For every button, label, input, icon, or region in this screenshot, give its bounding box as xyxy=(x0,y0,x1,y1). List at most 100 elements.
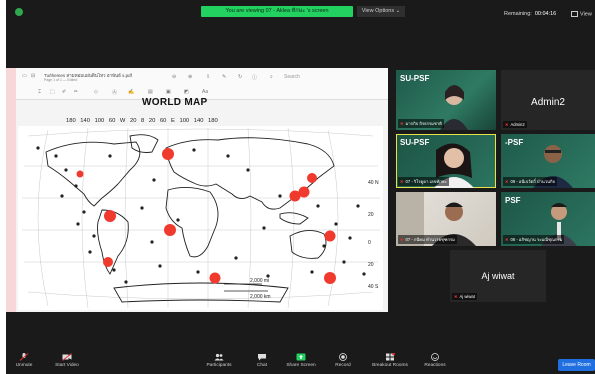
chat-button[interactable]: Chat xyxy=(252,353,272,368)
participant-caption: ✖ 07 - ริโรดูดา เลขทักษะ xyxy=(398,177,449,186)
participant-name: SU-PSF xyxy=(400,138,430,147)
scale-bar: 2,000 mi 2,000 km xyxy=(224,278,271,300)
lat-label: 0 xyxy=(368,240,371,246)
participant-tile[interactable]: -PSF ✖ 09 - อนีเจวัตถิ์ บำนวนกิจ xyxy=(501,134,595,188)
lat-label: 20 xyxy=(368,212,374,218)
top-bar: You are viewing 07 - Aklea ทักษะ 's scre… xyxy=(6,0,595,22)
rect-select-icon[interactable]: ⬚ xyxy=(50,89,55,95)
share-screen-icon xyxy=(296,353,306,361)
start-video-button[interactable]: Start Video xyxy=(52,353,82,368)
zoom-in-icon[interactable]: ⊕ xyxy=(188,74,192,80)
chat-label: Chat xyxy=(256,363,268,368)
shared-screen: ▭ ⊟ Tu/themes สามหอมแผ่นดินไหว อาพันธ์ s… xyxy=(6,68,388,312)
share-icon[interactable]: ⇪ xyxy=(206,74,210,80)
security-shield-icon[interactable] xyxy=(15,8,23,16)
share-screen-label: Share Screen xyxy=(286,363,316,368)
participant-tile[interactable]: Admin2 ✖ Admin2 xyxy=(501,70,595,130)
scale-miles: 2,000 mi xyxy=(250,278,269,284)
viewing-banner: You are viewing 07 - Aklea ทักษะ 's scre… xyxy=(201,6,353,17)
participant-tile[interactable]: PSF ✖ 06 - อภิชญาน ระมณีชุณกรม xyxy=(501,192,595,246)
sign-icon[interactable]: ✍ xyxy=(128,89,134,95)
share-screen-button[interactable]: Share Screen xyxy=(284,353,318,368)
participant-tile[interactable]: Aj wiwat ✖ Aj wiwat xyxy=(450,250,546,302)
search-icon[interactable]: ⌕ xyxy=(270,74,273,80)
shared-screen-edge xyxy=(6,68,16,312)
station-markers xyxy=(36,146,366,284)
participants-button[interactable]: Participants xyxy=(201,353,237,368)
participant-caption: ✖ Admin2 xyxy=(503,121,527,128)
earthquake-markers xyxy=(76,148,336,284)
text-select-icon[interactable]: ⌶ xyxy=(38,89,41,95)
mic-muted-icon: ✖ xyxy=(454,294,458,299)
participant-gallery: SU-PSF ✖ มากกิจ ถิรธรรมชาติ Admin2 ✖ Admin… xyxy=(396,70,595,312)
participant-tile[interactable]: SU-PSF ✖ มากกิจ ถิรธรรมชาติ xyxy=(396,70,496,130)
participants-icon xyxy=(214,353,224,361)
participant-caption: ✖ 06 - อภิชญาน ระมณีชุณกรม xyxy=(503,235,565,244)
record-icon xyxy=(339,353,347,361)
record-label: Record xyxy=(335,363,351,368)
markup-icon[interactable]: ✎ xyxy=(222,74,226,80)
mic-muted-icon: ✖ xyxy=(505,237,509,242)
participant-caption-text: 07 - ริโรดูดา เลขทักษะ xyxy=(405,179,447,184)
view-button[interactable]: View xyxy=(571,11,592,17)
view-options-button[interactable]: View Options ⌄ xyxy=(357,6,405,17)
meeting-controls: Unmute Start Video Participants Chat Sha… xyxy=(6,350,595,374)
reactions-button[interactable]: Reactions xyxy=(420,353,450,368)
text-box-icon[interactable]: Ⓐ xyxy=(112,89,117,96)
mic-muted-icon: ✖ xyxy=(400,237,404,242)
info-icon[interactable]: ⓘ xyxy=(252,74,257,81)
mic-muted-icon xyxy=(19,353,29,361)
reactions-icon xyxy=(431,353,439,361)
longitude-labels: 180 140 100 60 W 20 8 20 60 E 100 140 18… xyxy=(66,118,218,124)
pdf-toolbar: ▭ ⊟ Tu/themes สามหอมแผ่นดินไหว อาพันธ์ s… xyxy=(16,68,388,100)
mic-muted-icon: ✖ xyxy=(505,179,509,184)
breakout-rooms-button[interactable]: Breakout Rooms xyxy=(368,353,412,368)
participant-caption: ✖ 09 - อนีเจวัตถิ์ บำนวนกิจ xyxy=(503,177,558,186)
text-style-icon[interactable]: Aa xyxy=(202,89,208,95)
remaining-timer: Remaining: 00:04:16 xyxy=(504,11,556,17)
sidebar-toggle-icon[interactable]: ▭ xyxy=(22,73,27,79)
breakout-rooms-icon xyxy=(386,353,395,361)
rotate-icon[interactable]: ↻ xyxy=(238,74,242,80)
remaining-label: Remaining: xyxy=(504,11,532,17)
document-subtitle: Page 1 of 1 — Edited xyxy=(44,78,78,82)
shapes-icon[interactable]: ◇ xyxy=(94,89,98,95)
sketch-icon[interactable]: ✐ xyxy=(62,89,66,95)
participant-caption: ✖ Aj wiwat xyxy=(452,293,477,300)
search-field[interactable]: Search xyxy=(284,74,300,80)
view-label: View xyxy=(580,11,592,18)
draw-icon[interactable]: ✏ xyxy=(74,89,78,95)
breakout-rooms-label: Breakout Rooms xyxy=(372,363,408,368)
lat-label: 20 xyxy=(368,262,374,268)
participant-caption-text: 06 - อภิชญาน ระมณีชุณกรม xyxy=(510,237,563,242)
border-color-icon[interactable]: ▣ xyxy=(166,89,171,95)
participant-name: Admin2 xyxy=(531,97,565,108)
participant-caption-text: 09 - อนีเจวัตถิ์ บำนวนกิจ xyxy=(510,179,556,184)
participant-name: SU-PSF xyxy=(400,74,430,83)
participant-name: Aj wiwat xyxy=(481,271,515,281)
mic-muted-icon: ✖ xyxy=(505,122,509,127)
grid-icon xyxy=(571,11,578,17)
unmute-button[interactable]: Unmute xyxy=(12,353,36,368)
record-button[interactable]: Record xyxy=(332,353,354,368)
thumbnail-icon[interactable]: ⊟ xyxy=(31,73,35,79)
video-off-icon xyxy=(62,353,72,361)
mic-muted-icon: ✖ xyxy=(400,121,404,126)
participant-caption-text: Aj wiwat xyxy=(459,294,475,299)
unmute-label: Unmute xyxy=(15,363,33,368)
zoom-window: You are viewing 07 - Aklea ทักษะ 's scre… xyxy=(6,0,595,374)
scale-km: 2,000 km xyxy=(250,294,271,300)
mic-muted-icon: ✖ xyxy=(400,179,404,184)
fill-color-icon[interactable]: ◩ xyxy=(184,89,189,95)
leave-room-button[interactable]: Leave Room xyxy=(558,359,595,371)
participant-tile[interactable]: ✖ 07 - กนีคม ทำนวรยชุฑกรม xyxy=(396,192,496,246)
participants-label: Participants xyxy=(206,363,232,368)
chat-bubble-icon xyxy=(258,354,266,361)
participant-tile-active-speaker[interactable]: SU-PSF ✖ 07 - ริโรดูดา เลขทักษะ xyxy=(396,134,496,188)
note-icon[interactable]: ▤ xyxy=(148,89,153,95)
lat-label: 40 N xyxy=(368,180,379,186)
participant-caption-text: 07 - กนีคม ทำนวรยชุฑกรม xyxy=(405,237,455,242)
participant-caption: ✖ มากกิจ ถิรธรรมชาติ xyxy=(398,119,444,128)
zoom-out-icon[interactable]: ⊖ xyxy=(172,74,176,80)
map-title: WORLD MAP xyxy=(142,97,208,108)
